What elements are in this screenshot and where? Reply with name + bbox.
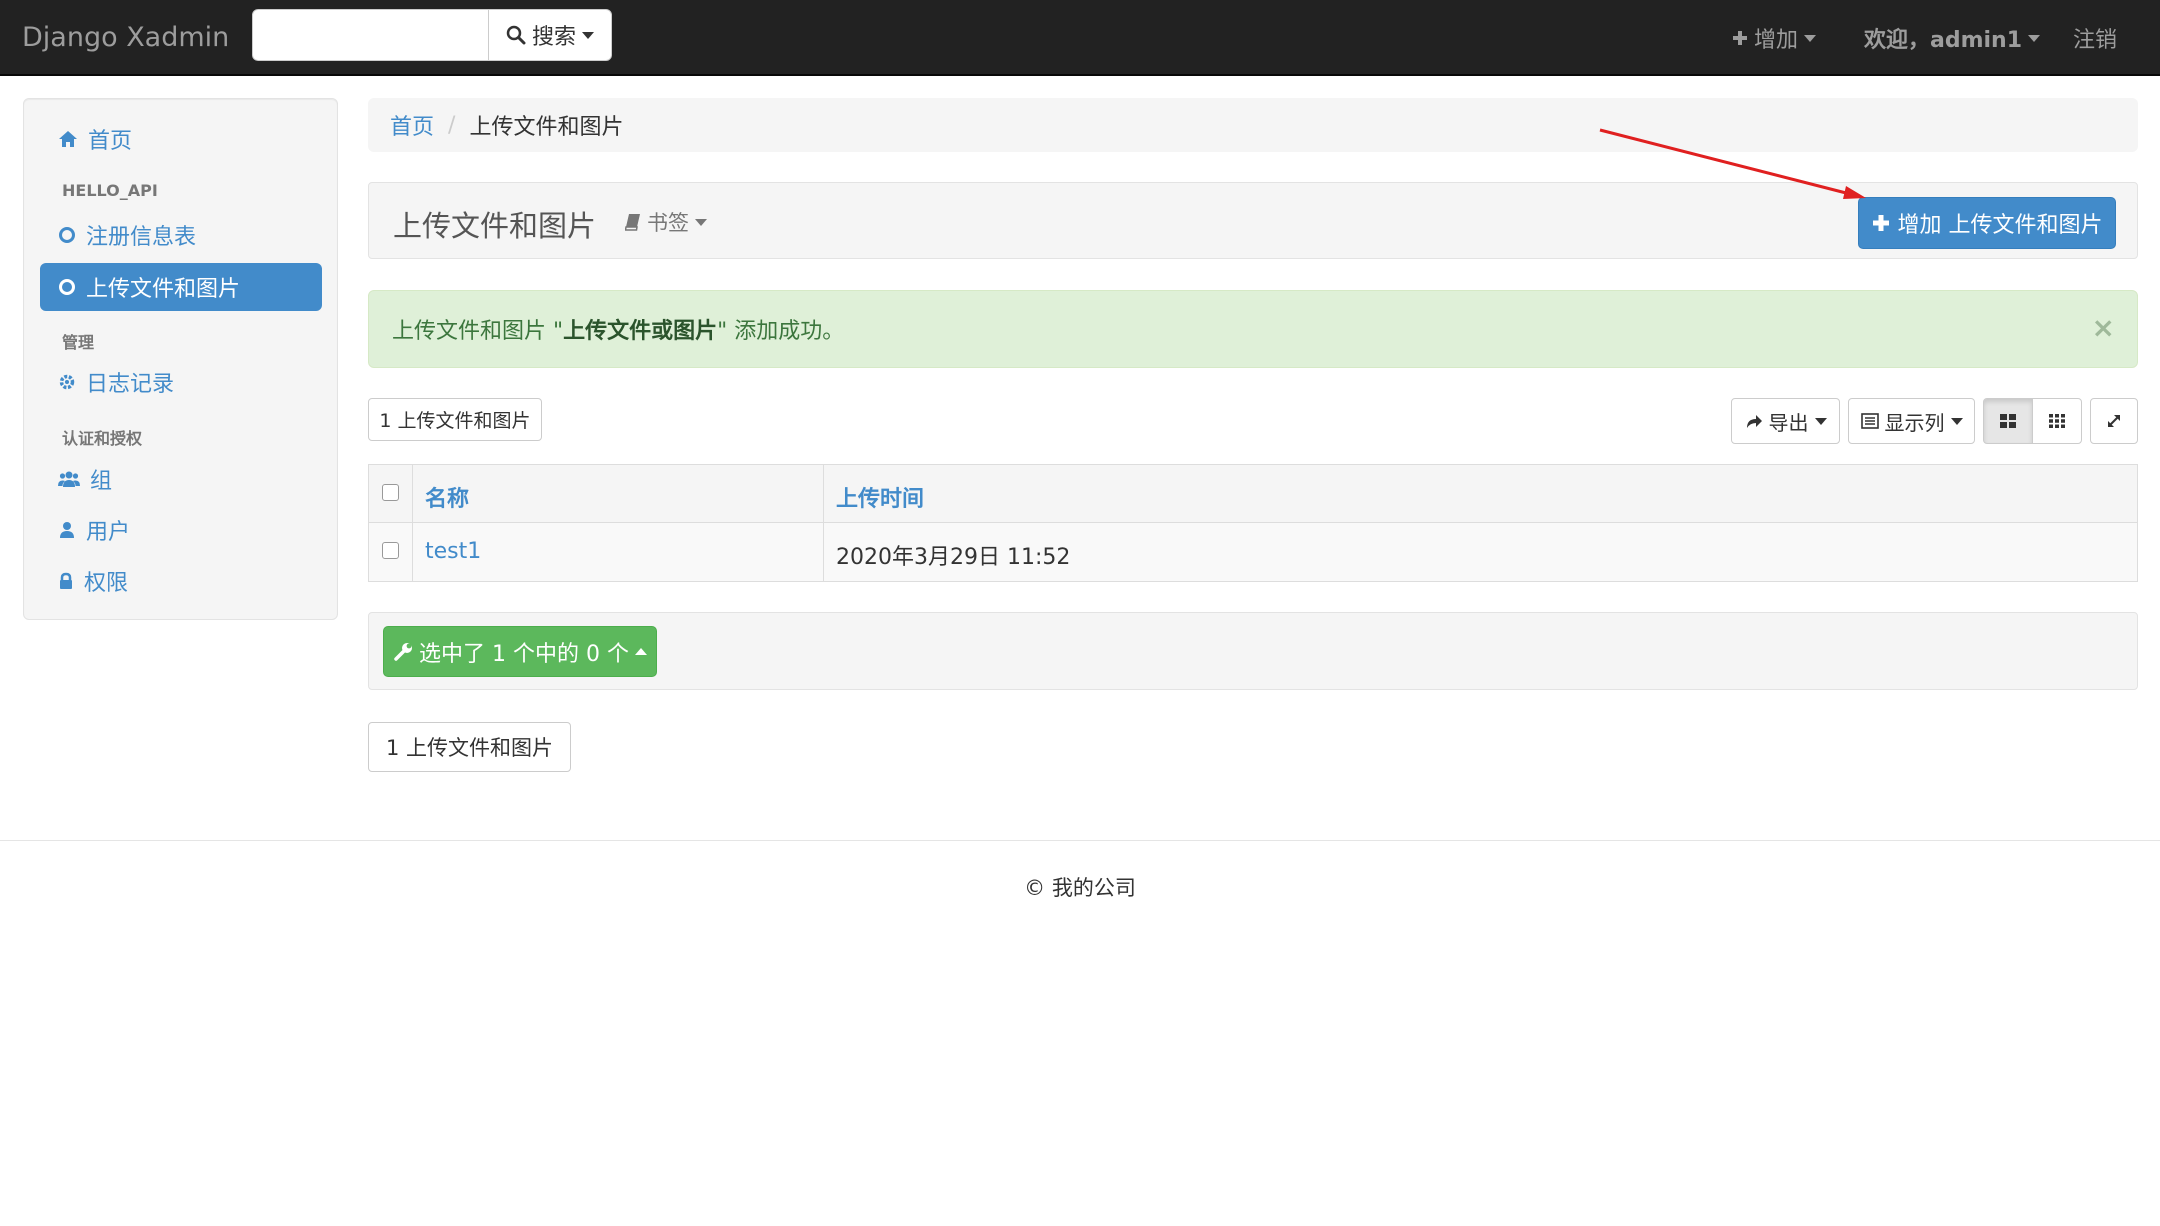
- sidebar-item-users[interactable]: 用户: [40, 506, 322, 554]
- column-header-upload-time[interactable]: 上传时间: [836, 481, 924, 513]
- sidebar-item-label: 上传文件和图片: [86, 277, 241, 302]
- column-divider: [823, 465, 824, 581]
- th-large-icon: [2000, 414, 2016, 428]
- breadcrumb-separator: /: [448, 112, 456, 138]
- alert-object-link[interactable]: 上传文件或图片: [563, 313, 717, 345]
- column-header-name[interactable]: 名称: [425, 481, 469, 513]
- sidebar-item-groups[interactable]: 组: [40, 455, 322, 503]
- book-icon: [625, 213, 641, 231]
- sidebar-item-registration[interactable]: 注册信息表: [40, 211, 322, 259]
- columns-button[interactable]: 显示列: [1848, 398, 1975, 444]
- row-upload-time: 2020年3月29日 11:52: [836, 545, 1071, 570]
- sidebar-item-label: 首页: [88, 129, 133, 154]
- result-count-label: 1 上传文件和图片: [379, 410, 531, 432]
- nav-user-menu[interactable]: 欢迎，admin1: [1864, 22, 2041, 54]
- plus-icon: [1872, 214, 1890, 232]
- chevron-down-icon: [582, 31, 594, 39]
- nav-add-label: 增加: [1754, 28, 1799, 53]
- sidebar-item-label: 日志记录: [86, 372, 175, 397]
- sidebar-item-label: 权限: [84, 571, 129, 596]
- footer-divider: [0, 840, 2160, 841]
- resize-full-icon: [2106, 413, 2122, 429]
- sidebar-item-label: 组: [90, 469, 113, 494]
- th-icon: [2049, 414, 2065, 428]
- brand-logo[interactable]: Django Xadmin: [22, 20, 229, 56]
- row-checkbox[interactable]: [382, 542, 399, 559]
- sidebar-section-header: 管理: [62, 333, 95, 352]
- chevron-up-icon: [634, 648, 647, 655]
- sidebar-item-label: 用户: [86, 520, 131, 545]
- column-divider: [412, 465, 413, 581]
- logout-link[interactable]: 注销: [2073, 22, 2117, 54]
- alert-suffix: " 添加成功。: [717, 319, 845, 344]
- search-icon: [506, 25, 526, 45]
- actions-panel: 选中了 1 个中的 0 个: [368, 612, 2138, 690]
- breadcrumb-current: 上传文件和图片: [469, 115, 624, 140]
- nav-add-menu[interactable]: 增加: [1732, 22, 1817, 54]
- user-icon: [58, 521, 76, 539]
- export-button[interactable]: 导出: [1731, 398, 1840, 444]
- gear-icon: [58, 373, 76, 391]
- fullscreen-button[interactable]: [2090, 398, 2138, 444]
- sidebar-section-header: HELLO_API: [62, 181, 158, 200]
- logout-label: 注销: [2073, 28, 2118, 53]
- sidebar-item-home[interactable]: 首页: [40, 115, 322, 163]
- card-view-button[interactable]: [2032, 398, 2082, 444]
- wrench-icon: [393, 642, 413, 662]
- footer-copyright: © 我的公司: [1024, 876, 1136, 900]
- search-button[interactable]: 搜索: [488, 9, 612, 61]
- share-icon: [1745, 413, 1763, 429]
- sidebar-item-label: 注册信息表: [86, 225, 197, 250]
- top-navbar: Django Xadmin 搜索 增加 欢迎，admin1 注销: [0, 0, 2160, 76]
- alert-prefix: 上传文件和图片 ": [392, 319, 564, 344]
- export-label: 导出: [1768, 410, 1809, 435]
- result-count-button[interactable]: 1 上传文件和图片: [368, 398, 542, 441]
- sidebar-item-permissions[interactable]: 权限: [40, 557, 322, 605]
- results-table: 名称 上传时间 test1 2020年3月29日 11:52: [368, 464, 2138, 582]
- page-title: 上传文件和图片: [393, 209, 597, 243]
- circle-icon: [58, 226, 76, 244]
- add-upload-button[interactable]: 增加 上传文件和图片: [1858, 197, 2116, 249]
- bookmark-label: 书签: [647, 211, 689, 235]
- sidebar: 首页 HELLO_API 注册信息表 上传文件和图片 管理 日志记录 认证和授权…: [23, 98, 338, 620]
- breadcrumb-home-link[interactable]: 首页: [390, 109, 434, 141]
- search-button-label: 搜索: [531, 25, 576, 50]
- list-alt-icon: [1860, 413, 1879, 429]
- table-header: 名称 上传时间: [369, 465, 2137, 523]
- bulk-actions-label: 选中了 1 个中的 0 个: [419, 641, 629, 667]
- pagination-count-button[interactable]: 1 上传文件和图片: [368, 722, 571, 772]
- columns-label: 显示列: [1884, 410, 1945, 435]
- sidebar-item-upload[interactable]: 上传文件和图片: [40, 263, 322, 311]
- row-name-link[interactable]: test1: [425, 539, 481, 564]
- table-row: test1 2020年3月29日 11:52: [369, 523, 2137, 581]
- pagination-label: 1 上传文件和图片: [385, 736, 554, 760]
- bookmark-dropdown[interactable]: 书签: [625, 207, 707, 237]
- plus-icon: [1732, 30, 1748, 46]
- chevron-down-icon: [1950, 417, 1963, 425]
- add-upload-button-label: 增加 上传文件和图片: [1897, 213, 2103, 238]
- success-alert: 上传文件和图片 " 上传文件或图片 " 添加成功。 ×: [368, 290, 2138, 368]
- chevron-down-icon: [2028, 34, 2041, 42]
- select-all-checkbox[interactable]: [382, 484, 399, 501]
- lock-icon: [58, 572, 74, 590]
- close-icon[interactable]: ×: [2092, 311, 2115, 344]
- chevron-down-icon: [1814, 417, 1827, 425]
- nav-user-label: 欢迎，admin1: [1864, 28, 2023, 53]
- bulk-actions-button[interactable]: 选中了 1 个中的 0 个: [383, 626, 657, 677]
- table-view-button[interactable]: [1983, 398, 2033, 444]
- search-input[interactable]: [252, 9, 490, 61]
- users-icon: [58, 470, 80, 488]
- page-header: 上传文件和图片 书签 增加 上传文件和图片: [368, 182, 2138, 259]
- breadcrumb: 首页 / 上传文件和图片: [368, 98, 2138, 152]
- sidebar-item-logs[interactable]: 日志记录: [40, 358, 322, 406]
- chevron-down-icon: [695, 218, 707, 226]
- circle-icon: [58, 278, 76, 296]
- home-icon: [58, 130, 78, 148]
- sidebar-section-header: 认证和授权: [62, 429, 143, 448]
- chevron-down-icon: [1804, 34, 1817, 42]
